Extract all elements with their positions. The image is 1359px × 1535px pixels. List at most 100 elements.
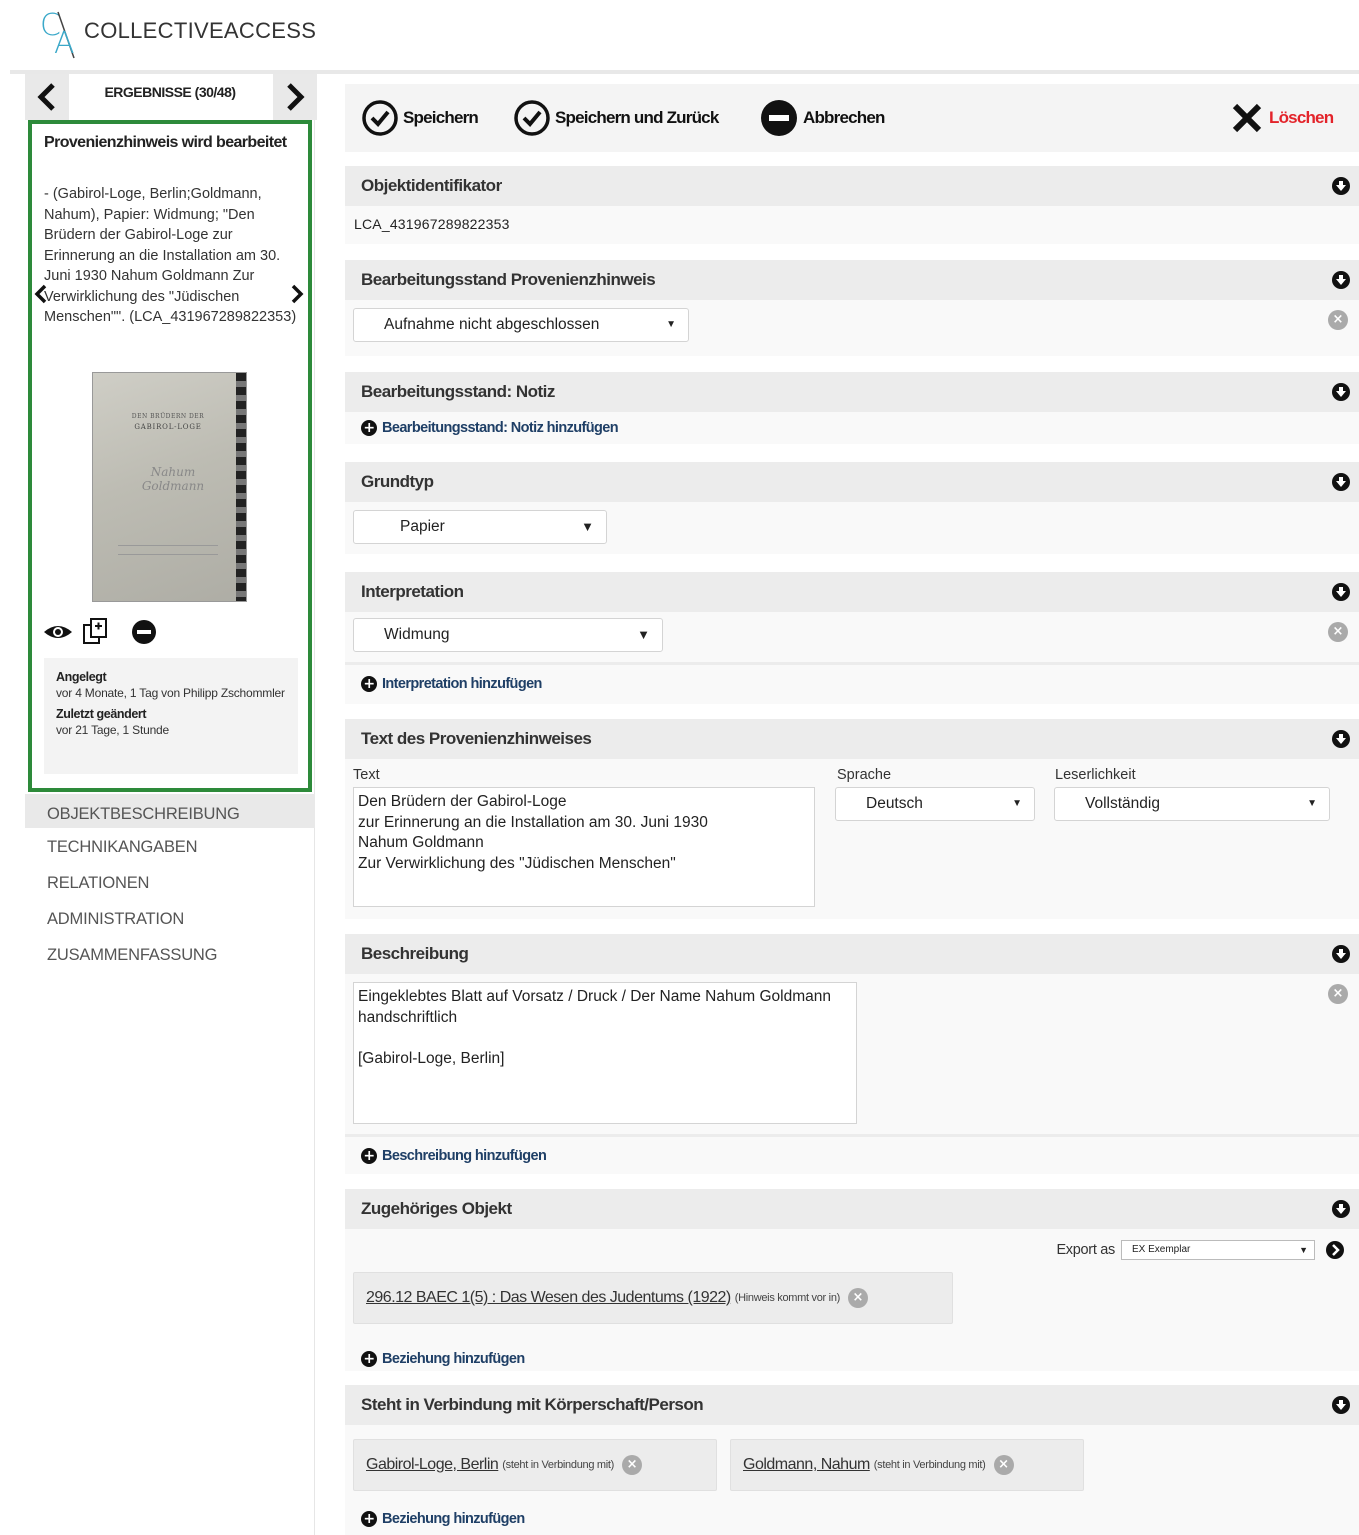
side-menu-zusammenfassung[interactable]: ZUSAMMENFASSUNG [25,936,315,972]
export-go-icon[interactable] [1325,1240,1345,1260]
collapse-toggle-icon[interactable] [1331,1395,1351,1415]
remove-value-icon[interactable]: × [1328,622,1348,642]
export-format-value: EX Exemplar [1132,1244,1191,1255]
object-thumbnail[interactable]: DEN BRÜDERN DER GABIROL-LOGE Nahum Goldm… [92,372,247,602]
inspector-next-arrow[interactable] [290,284,304,310]
export-row: Export as EX Exemplar ▼ [1056,1239,1345,1261]
add-relation-label: Beziehung hinzufügen [382,1351,525,1367]
add-description-button[interactable]: + Beschreibung hinzufügen [361,1148,547,1164]
delete-button[interactable]: Löschen [1229,98,1334,138]
add-entity-relation-button[interactable]: + Beziehung hinzufügen [361,1511,525,1527]
results-navigation: ERGEBNISSE (30/48) [25,74,317,120]
subsection-divider [345,1134,1359,1137]
collectiveaccess-logo[interactable]: C A COLLECTIVEACCESS [40,6,340,62]
add-status-note-label: Bearbeitungsstand: Notiz hinzufügen [382,420,619,436]
previous-result-button[interactable] [25,74,69,120]
section-title: Objektidentifikator [361,176,502,195]
chevron-left-icon [37,83,55,111]
add-entity-relation-label: Beziehung hinzufügen [382,1511,525,1527]
section-interpretation: Interpretation Widmung ▼ × + Interpretat… [345,572,1359,704]
section-provenance-text: Text des Provenienzhinweises Text Den Br… [345,719,1359,919]
collapse-toggle-icon[interactable] [1331,944,1351,964]
remove-value-icon[interactable]: × [1328,310,1348,330]
provenance-text-area[interactable]: Den Brüdern der Gabirol-Loge zur Erinner… [353,787,815,907]
add-status-note-button[interactable]: + Bearbeitungsstand: Notiz hinzufügen [361,420,619,436]
section-header: Grundtyp [345,462,1359,502]
language-select[interactable]: Deutsch ▼ [835,787,1035,821]
plus-circle-icon: + [361,1148,377,1164]
related-entity-chip: Gabirol-Loge, Berlin (steht in Verbindun… [353,1439,717,1491]
related-entity-link[interactable]: Gabirol-Loge, Berlin [366,1456,499,1474]
interpretation-select[interactable]: Widmung ▼ [353,618,663,652]
ca-logo-icon: C A [40,8,75,61]
section-header: Interpretation [345,572,1359,612]
add-interpretation-button[interactable]: + Interpretation hinzufügen [361,676,542,692]
inspector-title: Provenienzhinweis wird bearbeitet [44,134,287,151]
related-object-chip: 296.12 BAEC 1(5) : Das Wesen des Judentu… [353,1272,953,1324]
side-menu-objektbeschreibung[interactable]: OBJEKTBESCHREIBUNG [25,794,315,828]
related-entity-link[interactable]: Goldmann, Nahum [743,1456,870,1474]
next-result-button[interactable] [273,74,317,120]
save-and-return-button[interactable]: Speichern und Zurück [513,98,719,138]
chevron-right-icon [287,83,305,111]
save-button[interactable]: Speichern [361,98,479,138]
legibility-label: Leserlichkeit [1055,767,1136,783]
side-menu-administration[interactable]: ADMINISTRATION [25,900,315,936]
export-format-select[interactable]: EX Exemplar ▼ [1121,1240,1315,1260]
view-eye-icon[interactable] [42,616,74,648]
side-menu-technikangaben[interactable]: TECHNIKANGABEN [25,828,315,864]
section-identifier: Objektidentifikator LCA_431967289822353 [345,166,1359,244]
check-circle-icon [514,100,550,136]
related-object-link[interactable]: 296.12 BAEC 1(5) : Das Wesen des Judentu… [366,1289,731,1307]
remove-relation-icon[interactable]: × [993,1455,1014,1475]
created-label: Angelegt [56,670,107,684]
basic-type-select[interactable]: Papier ▼ [353,510,607,544]
section-status-note: Bearbeitungsstand: Notiz + Bearbeitungss… [345,372,1359,444]
chevron-left-icon [34,284,47,304]
collapse-toggle-icon[interactable] [1331,1199,1351,1219]
relationship-type: (steht in Verbindung mit) [502,1459,615,1471]
remove-value-icon[interactable]: × [1328,984,1348,1004]
left-sidebar: ERGEBNISSE (30/48) Provenienzhinweis wir… [25,74,317,1535]
remove-minus-icon[interactable] [128,616,160,648]
inspector-description: - (Gabirol-Loge, Berlin;Goldmann, Nahum)… [44,186,297,325]
section-status: Bearbeitungsstand Provenienzhinweis Aufn… [345,260,1359,356]
collapse-toggle-icon[interactable] [1331,270,1351,290]
check-circle-icon [362,100,398,136]
delete-label: Löschen [1269,108,1334,127]
section-header: Bearbeitungsstand: Notiz [345,372,1359,412]
remove-relation-icon[interactable]: × [622,1455,643,1475]
section-basic-type: Grundtyp Papier ▼ [345,462,1359,554]
inspector-tools [42,616,242,648]
collapse-toggle-icon[interactable] [1331,729,1351,749]
legibility-select[interactable]: Vollständig ▼ [1054,787,1330,821]
inspector-prev-arrow[interactable] [34,284,48,310]
plus-circle-icon: + [361,1511,377,1527]
section-header: Bearbeitungsstand Provenienzhinweis [345,260,1359,300]
section-title: Zugehöriges Objekt [361,1199,512,1218]
plus-circle-icon: + [361,676,377,692]
section-title: Text des Provenienzhinweises [361,729,592,748]
section-title: Bearbeitungsstand: Notiz [361,382,555,401]
side-menu-relationen[interactable]: RELATIONEN [25,864,315,900]
description-text-area[interactable]: Eingeklebtes Blatt auf Vorsatz / Druck /… [353,982,857,1124]
status-select[interactable]: Aufnahme nicht abgeschlossen ▼ [353,308,689,342]
collapse-toggle-icon[interactable] [1331,382,1351,402]
plus-circle-icon: + [361,1351,377,1367]
duplicate-icon[interactable] [80,616,112,648]
collapse-toggle-icon[interactable] [1331,472,1351,492]
section-related-entities: Steht in Verbindung mit Körperschaft/Per… [345,1385,1359,1535]
section-title: Interpretation [361,582,464,601]
section-title: Beschreibung [361,944,469,963]
cancel-button[interactable]: Abbrechen [759,98,885,138]
add-relation-button[interactable]: + Beziehung hinzufügen [361,1351,525,1367]
chevron-right-icon [291,284,304,304]
record-metadata: Angelegt vor 4 Monate, 1 Tag von Philipp… [44,658,298,774]
collapse-toggle-icon[interactable] [1331,582,1351,602]
collapse-toggle-icon[interactable] [1331,176,1351,196]
remove-relation-icon[interactable]: × [848,1288,868,1308]
results-counter: ERGEBNISSE (30/48) [104,84,236,100]
language-label: Sprache [837,767,892,783]
section-header: Steht in Verbindung mit Körperschaft/Per… [345,1385,1359,1425]
text-field-label: Text [353,767,380,783]
